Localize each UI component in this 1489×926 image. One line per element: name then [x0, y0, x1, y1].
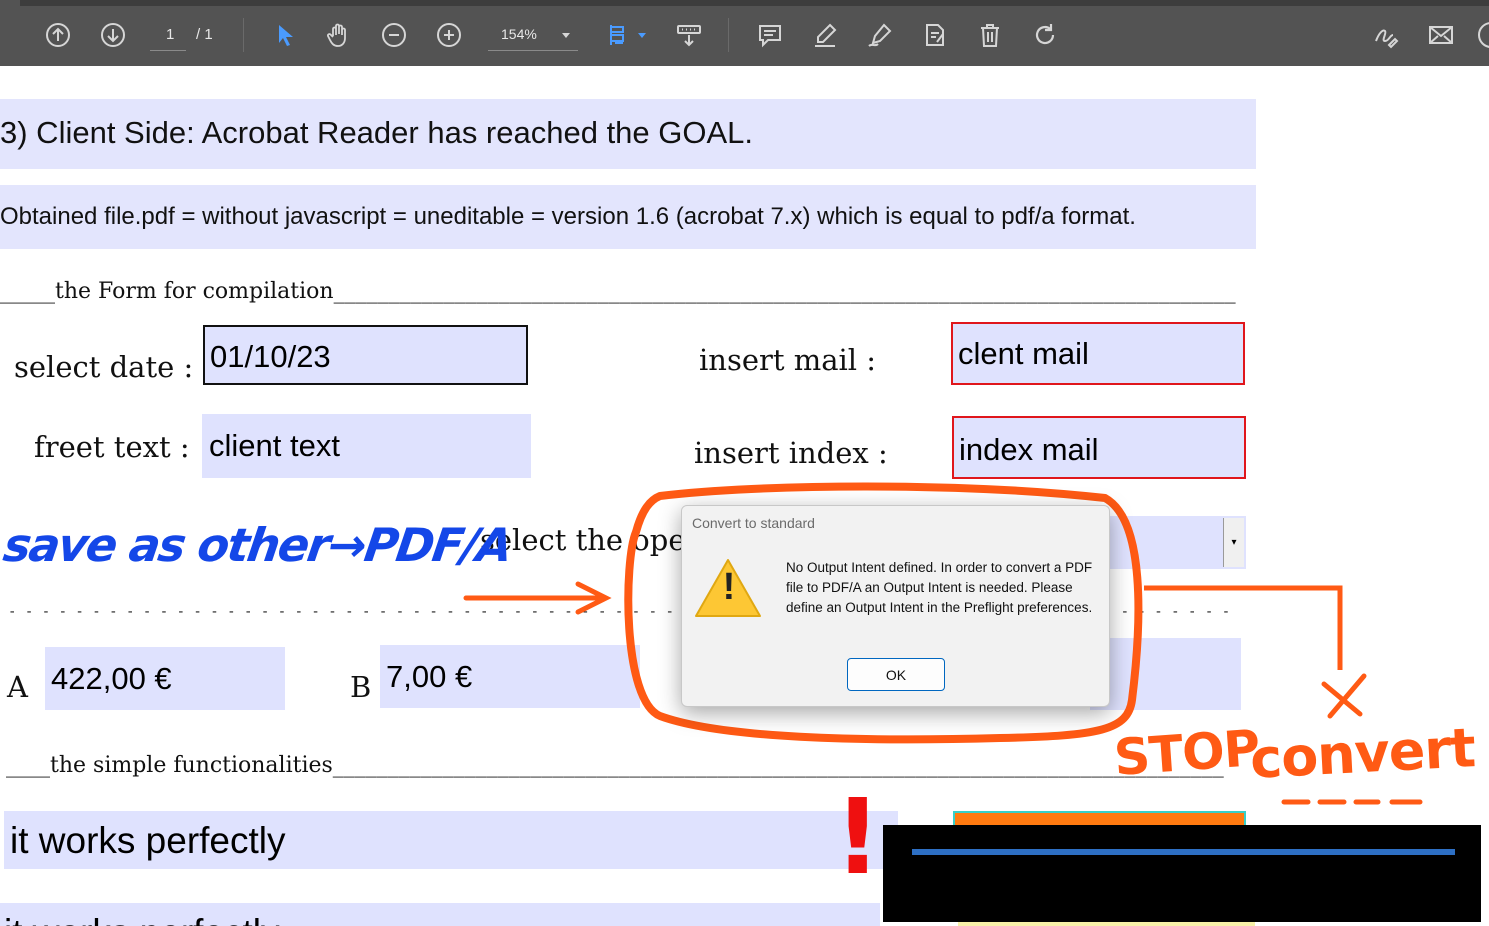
- convert-to-standard-dialog: Convert to standard ! No Output Intent d…: [681, 505, 1110, 707]
- orange-arrow-to-dialog: [463, 581, 612, 615]
- ok-button[interactable]: OK: [847, 658, 945, 691]
- orange-x-mark: [1321, 673, 1367, 719]
- dialog-message: No Output Intent defined. In order to co…: [786, 560, 1093, 615]
- red-exclamation-annotation: !: [834, 776, 882, 898]
- warning-mark: !: [722, 566, 736, 608]
- stop-annotation: STOP: [1112, 719, 1262, 787]
- orange-connector-line: [1144, 585, 1343, 670]
- dialog-title: Convert to standard: [692, 515, 815, 531]
- convert-annotation: convert: [1248, 716, 1477, 791]
